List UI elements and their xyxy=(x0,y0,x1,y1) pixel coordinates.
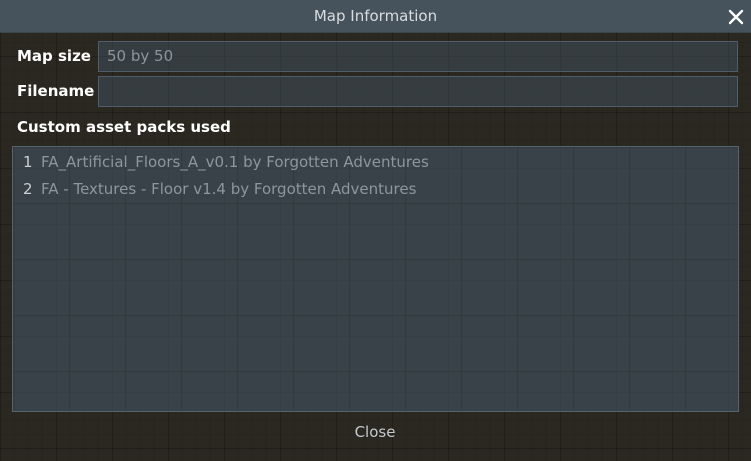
dialog-titlebar: Map Information xyxy=(0,0,751,33)
map-size-label: Map size xyxy=(17,47,91,65)
list-item[interactable]: 1 FA_Artificial_Floors_A_v0.1 by Forgotte… xyxy=(23,153,429,173)
asset-packs-list[interactable]: 1 FA_Artificial_Floors_A_v0.1 by Forgotte… xyxy=(12,146,739,412)
list-item-text: FA_Artificial_Floors_A_v0.1 by Forgotten… xyxy=(41,153,429,171)
close-icon[interactable] xyxy=(727,8,745,26)
asset-packs-heading: Custom asset packs used xyxy=(17,118,231,136)
list-item-text: FA - Textures - Floor v1.4 by Forgotten … xyxy=(41,180,417,198)
list-item-number: 2 xyxy=(23,180,33,198)
list-item-number: 1 xyxy=(23,153,33,171)
filename-label: Filename xyxy=(17,82,95,100)
map-size-field[interactable]: 50 by 50 xyxy=(98,41,738,72)
dialog-title: Map Information xyxy=(313,7,438,25)
close-button[interactable]: Close xyxy=(325,420,425,444)
list-item[interactable]: 2 FA - Textures - Floor v1.4 by Forgotten… xyxy=(23,180,416,200)
filename-field[interactable] xyxy=(98,76,738,107)
